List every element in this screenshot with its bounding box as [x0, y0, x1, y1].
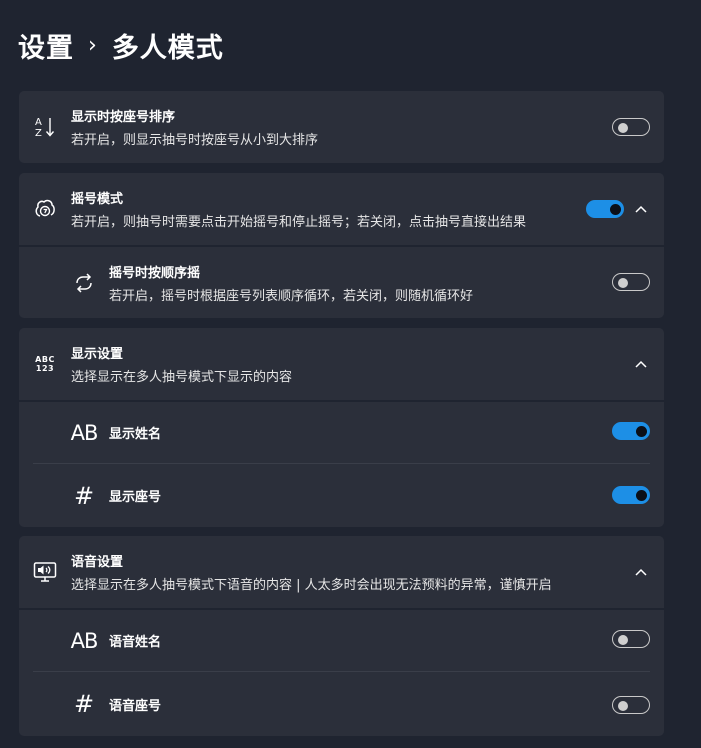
loop-icon [71, 270, 97, 296]
shake-mode-title: 摇号模式 [71, 192, 124, 207]
display-name-row: AB 显示姓名 [19, 400, 664, 463]
sort-description: 若开启，则显示抽号时按座号从小到大排序 [71, 133, 319, 148]
sort-setting-row: A Z 显示时按座号排序 若开启，则显示抽号时按座号从小到大排序 [19, 91, 664, 163]
shake-order-toggle[interactable] [612, 273, 650, 291]
shake-mode-card: 摇号模式 若开启，则抽号时需要点击开始摇号和停止摇号；若关闭，点击抽号直接出结果… [19, 173, 664, 318]
shake-mode-toggle[interactable] [586, 200, 624, 218]
display-seat-label: 显示座号 [109, 490, 162, 505]
voice-settings-description: 选择显示在多人抽号模式下语音的内容 | 人太多时会出现无法预料的异常，谨慎开启 [71, 578, 552, 593]
shake-order-row: 摇号时按顺序摇 若开启，摇号时根据座号列表顺序循环，若关闭，则随机循环好 [19, 245, 664, 318]
display-settings-card: ABC 123 显示设置 选择显示在多人抽号模式下显示的内容 AB 显示姓名 #… [19, 328, 664, 527]
voice-seat-toggle[interactable] [612, 696, 650, 714]
display-name-toggle[interactable] [612, 422, 650, 440]
voice-settings-title: 语音设置 [71, 555, 124, 570]
shake-icon [32, 196, 58, 222]
chevron-up-icon[interactable] [634, 202, 648, 216]
voice-settings-card: 语音设置 选择显示在多人抽号模式下语音的内容 | 人太多时会出现无法预料的异常，… [19, 536, 664, 736]
display-settings-description: 选择显示在多人抽号模式下显示的内容 [71, 370, 293, 385]
voice-name-row: AB 语音姓名 [19, 608, 664, 671]
svg-text:Z: Z [35, 128, 42, 139]
chevron-up-icon[interactable] [634, 565, 648, 579]
shake-order-description: 若开启，摇号时根据座号列表顺序循环，若关闭，则随机循环好 [109, 288, 474, 304]
hash-icon: # [73, 481, 95, 510]
page-title: 多人模式 [111, 33, 224, 64]
breadcrumb: 设置 › 多人模式 [18, 26, 224, 65]
shake-mode-row[interactable]: 摇号模式 若开启，则抽号时需要点击开始摇号和停止摇号；若关闭，点击抽号直接出结果 [19, 173, 664, 245]
hash-icon: # [73, 690, 95, 718]
abc-icon-bottom: 123 [35, 364, 55, 373]
voice-seat-label: 语音座号 [109, 698, 162, 714]
display-settings-title: 显示设置 [71, 347, 124, 362]
sort-title: 显示时按座号排序 [71, 110, 176, 125]
text-ab-icon: AB [70, 628, 99, 653]
breadcrumb-separator: › [88, 33, 98, 58]
display-settings-row[interactable]: ABC 123 显示设置 选择显示在多人抽号模式下显示的内容 [19, 328, 664, 400]
shake-order-title: 摇号时按顺序摇 [109, 265, 201, 281]
text-ab-icon: AB [70, 420, 99, 445]
abc-icon-top: ABC [35, 355, 55, 364]
svg-text:A: A [35, 117, 42, 128]
breadcrumb-parent[interactable]: 设置 [18, 26, 74, 65]
sort-az-icon: A Z [32, 114, 58, 140]
display-seat-row: # 显示座号 [19, 464, 664, 527]
display-seat-toggle[interactable] [612, 486, 650, 504]
sort-card: A Z 显示时按座号排序 若开启，则显示抽号时按座号从小到大排序 [19, 91, 664, 163]
voice-settings-row[interactable]: 语音设置 选择显示在多人抽号模式下语音的内容 | 人太多时会出现无法预料的异常，… [19, 536, 664, 608]
speaker-screen-icon [32, 559, 58, 585]
display-name-label: 显示姓名 [109, 427, 162, 442]
abc-123-icon: ABC 123 [32, 351, 58, 377]
voice-seat-row: # 语音座号 [19, 672, 664, 736]
voice-name-toggle[interactable] [612, 630, 650, 648]
chevron-up-icon[interactable] [634, 357, 648, 371]
sort-toggle[interactable] [612, 118, 650, 136]
shake-mode-description: 若开启，则抽号时需要点击开始摇号和停止摇号；若关闭，点击抽号直接出结果 [71, 215, 527, 230]
voice-name-label: 语音姓名 [109, 635, 162, 650]
